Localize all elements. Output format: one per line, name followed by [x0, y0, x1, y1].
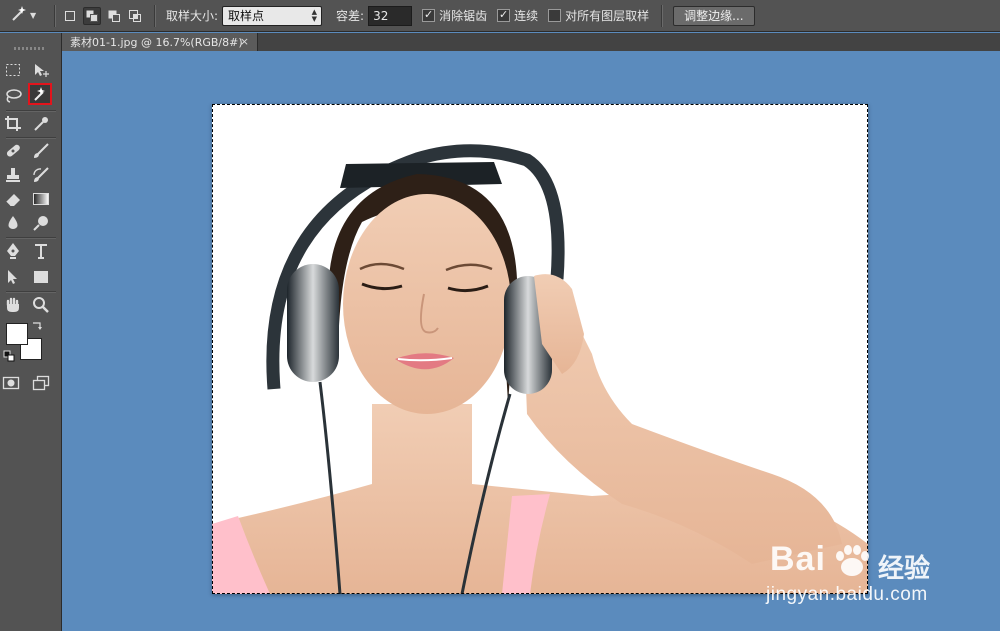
- tolerance-input[interactable]: 32: [368, 5, 413, 26]
- divider: [6, 237, 56, 239]
- checkmark-icon: ✓: [422, 8, 436, 22]
- watermark-brand-suffix: 经验: [878, 554, 931, 584]
- move-tool[interactable]: [29, 59, 53, 81]
- magic-wand-icon: [34, 87, 45, 101]
- move-icon: [35, 64, 49, 77]
- foreground-color-swatch[interactable]: [6, 323, 28, 345]
- left-earcup-shape: [287, 264, 339, 382]
- sample-all-layers-label: 对所有图层取样: [565, 9, 650, 23]
- checkmark-icon: ✓: [497, 8, 511, 22]
- divider: [661, 4, 664, 27]
- history-brush-icon: [33, 167, 49, 182]
- document-tab-bar: 素材01-1.jpg @ 16.7%(RGB/8#) ×: [62, 33, 1000, 51]
- eyedropper-tool[interactable]: [29, 113, 53, 135]
- dodge-icon: [33, 216, 48, 231]
- path-selection-tool[interactable]: [1, 266, 25, 288]
- contiguous-checkbox[interactable]: ✓ 连续: [497, 7, 538, 24]
- zoom-tool[interactable]: [29, 294, 53, 316]
- rectangular-marquee-tool[interactable]: [1, 59, 25, 81]
- brush-icon: [34, 143, 49, 158]
- gradient-icon: [33, 193, 49, 205]
- intersect-selection-button[interactable]: [127, 8, 143, 24]
- subtract-from-selection-button[interactable]: [106, 8, 122, 24]
- options-bar: ▼ 取样大小: 取样点 ▲ ▼ 容差: 32 ✓ 消除锯齿 ✓ 连续 对所有图层取…: [0, 0, 1000, 32]
- contiguous-label: 连续: [514, 9, 539, 23]
- antialias-label: 消除锯齿: [439, 9, 488, 23]
- eraser-tool[interactable]: [1, 188, 25, 210]
- select-arrows-icon: ▲ ▼: [311, 7, 318, 23]
- tool-preset-picker[interactable]: ▼: [10, 5, 48, 26]
- blur-tool[interactable]: [1, 212, 25, 234]
- checkbox-empty-icon: [548, 9, 562, 22]
- antialias-checkbox[interactable]: ✓ 消除锯齿: [422, 7, 487, 24]
- brush-tool[interactable]: [29, 140, 53, 162]
- quick-mask-tool[interactable]: [0, 372, 23, 394]
- magnifier-icon: [33, 297, 49, 313]
- dodge-tool[interactable]: [29, 212, 53, 234]
- crop-tool[interactable]: [1, 113, 25, 135]
- type-tool[interactable]: [29, 240, 53, 262]
- tolerance-label: 容差:: [336, 9, 365, 23]
- add-to-selection-button[interactable]: [83, 6, 101, 25]
- close-icon[interactable]: ×: [240, 35, 249, 48]
- stamp-icon: [6, 168, 20, 182]
- sample-size-value: 取样点: [228, 9, 265, 23]
- default-colors-icon[interactable]: [2, 349, 16, 363]
- screen-mode-tool[interactable]: [29, 372, 53, 394]
- hand-tool[interactable]: [1, 294, 25, 316]
- watermark: Bai 经验 jingyan.baidu.com: [762, 540, 992, 615]
- arrow-cursor-icon: [8, 270, 17, 284]
- divider: [6, 291, 56, 293]
- quick-mask-icon: [2, 376, 20, 390]
- panel-grip[interactable]: [14, 47, 44, 50]
- document-tab[interactable]: 素材01-1.jpg @ 16.7%(RGB/8#) ×: [62, 33, 258, 51]
- face-shape: [343, 194, 511, 414]
- lasso-icon: [6, 89, 22, 103]
- rectangle-tool[interactable]: [29, 266, 53, 288]
- swap-colors-icon[interactable]: [30, 318, 44, 332]
- sample-size-label: 取样大小:: [166, 9, 219, 23]
- refine-edge-button[interactable]: 调整边缘...: [673, 5, 755, 26]
- magic-wand-icon: [10, 5, 28, 26]
- type-icon: [35, 244, 47, 259]
- history-brush-tool[interactable]: [29, 164, 53, 186]
- divider: [154, 4, 156, 27]
- divider: [6, 137, 56, 139]
- divider: [54, 4, 56, 27]
- divider: [6, 110, 56, 112]
- document-title: 素材01-1.jpg @ 16.7%(RGB/8#): [70, 36, 243, 49]
- watermark-url: jingyan.baidu.com: [766, 584, 928, 605]
- eyedropper-icon: [34, 117, 48, 131]
- bandage-icon: [6, 144, 20, 157]
- gradient-tool[interactable]: [29, 188, 53, 210]
- marquee-icon: [6, 64, 20, 76]
- chevron-down-icon: ▼: [30, 11, 37, 20]
- new-selection-button[interactable]: [62, 8, 78, 24]
- droplet-icon: [8, 216, 18, 229]
- paw-logo: [836, 545, 869, 576]
- pen-tool[interactable]: [1, 240, 25, 262]
- crop-icon: [5, 116, 21, 131]
- sample-size-select[interactable]: 取样点 ▲ ▼: [222, 5, 323, 26]
- tolerance-value: 32: [373, 8, 389, 23]
- document-canvas[interactable]: [212, 104, 868, 594]
- screen-mode-icon: [32, 375, 50, 391]
- pen-icon: [7, 243, 19, 259]
- toolbox: [0, 33, 62, 631]
- eraser-icon: [5, 194, 20, 207]
- healing-brush-tool[interactable]: [1, 140, 25, 162]
- hand-icon: [6, 297, 19, 312]
- watermark-brand: Bai: [770, 540, 826, 578]
- lasso-tool[interactable]: [1, 85, 25, 107]
- rectangle-icon: [34, 271, 48, 283]
- portrait-photo: [212, 144, 868, 594]
- clone-stamp-tool[interactable]: [1, 164, 25, 186]
- magic-wand-tool[interactable]: [28, 83, 52, 105]
- sample-all-layers-checkbox[interactable]: 对所有图层取样: [548, 7, 649, 24]
